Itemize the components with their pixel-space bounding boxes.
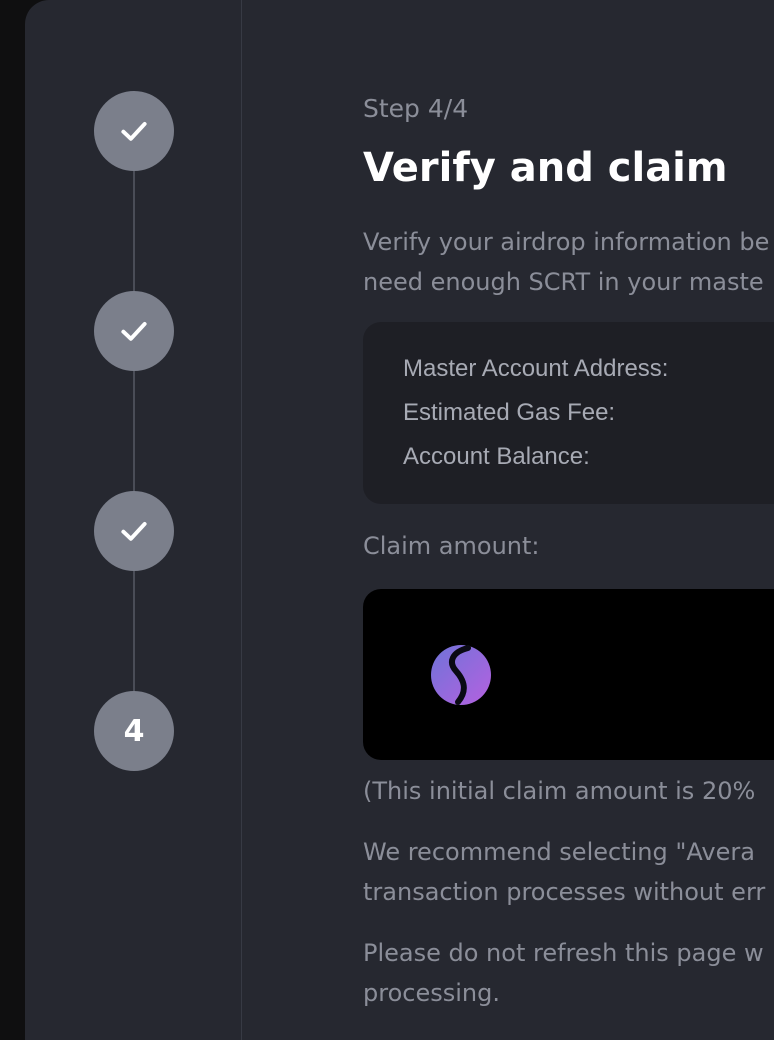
description: Verify your airdrop information be need …	[363, 222, 774, 302]
gas-recommendation: We recommend selecting "Avera transactio…	[363, 832, 774, 912]
estimated-gas-fee-label: Estimated Gas Fee:	[403, 399, 616, 426]
warning-line: Please do not refresh this page w	[363, 939, 764, 967]
step-4-current: 4	[94, 691, 174, 771]
account-balance-label: Account Balance:	[403, 443, 590, 470]
account-info-box: Master Account Address: Estimated Gas Fe…	[363, 322, 774, 504]
check-icon	[121, 521, 147, 541]
check-icon	[121, 321, 147, 341]
step-label: Step 4/4	[363, 94, 469, 123]
step-2-completed	[94, 291, 174, 371]
step-connector	[133, 370, 135, 492]
progress-stepper: 4	[25, 0, 242, 1040]
check-icon	[121, 121, 147, 141]
claim-amount-label: Claim amount:	[363, 532, 540, 560]
step-3-completed	[94, 491, 174, 571]
recommendation-line: transaction processes without err	[363, 878, 766, 906]
scrt-logo-icon	[431, 645, 491, 705]
description-line: Verify your airdrop information be	[363, 228, 770, 256]
step-connector	[133, 570, 135, 692]
step-number: 4	[123, 713, 145, 749]
claim-note: (This initial claim amount is 20%	[363, 777, 756, 805]
description-line: need enough SCRT in your maste	[363, 268, 764, 296]
step-1-completed	[94, 91, 174, 171]
master-account-address-label: Master Account Address:	[403, 355, 669, 382]
claim-window: 4 Step 4/4 Verify and claim Verify your …	[25, 0, 774, 1040]
recommendation-line: We recommend selecting "Avera	[363, 838, 755, 866]
step-connector	[133, 170, 135, 292]
warning-line: processing.	[363, 979, 500, 1007]
claim-amount-box	[363, 589, 774, 760]
page-title: Verify and claim	[363, 145, 728, 191]
refresh-warning: Please do not refresh this page w proces…	[363, 933, 774, 1013]
